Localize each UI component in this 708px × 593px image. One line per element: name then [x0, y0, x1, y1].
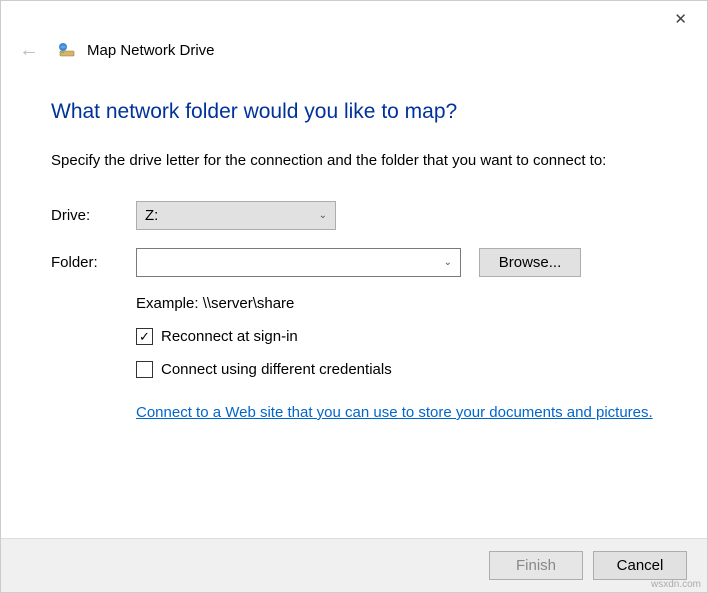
reconnect-label: Reconnect at sign-in: [161, 328, 298, 345]
window-title: Map Network Drive: [87, 42, 215, 59]
titlebar: ✕: [1, 1, 707, 37]
drive-select-value: Z:: [145, 207, 158, 224]
folder-label: Folder:: [51, 254, 136, 271]
drive-row: Drive: Z: ⌄: [51, 201, 657, 230]
footer: Finish Cancel: [1, 538, 707, 592]
chevron-down-icon: ⌄: [319, 210, 327, 221]
close-icon[interactable]: ✕: [668, 6, 693, 32]
page-heading: What network folder would you like to ma…: [51, 100, 657, 124]
reconnect-checkbox[interactable]: ✓: [136, 328, 153, 345]
different-creds-row: Connect using different credentials: [136, 361, 657, 378]
checkmark-icon: ✓: [139, 330, 150, 343]
chevron-down-icon: ⌄: [444, 257, 452, 268]
instruction-text: Specify the drive letter for the connect…: [51, 152, 657, 169]
browse-button[interactable]: Browse...: [479, 248, 581, 277]
folder-input[interactable]: ⌄: [136, 248, 461, 277]
connect-website-link[interactable]: Connect to a Web site that you can use t…: [136, 404, 653, 421]
folder-row: Folder: ⌄ Browse...: [51, 248, 657, 277]
different-creds-checkbox[interactable]: [136, 361, 153, 378]
content-area: What network folder would you like to ma…: [1, 70, 707, 421]
drive-select[interactable]: Z: ⌄: [136, 201, 336, 230]
different-creds-label: Connect using different credentials: [161, 361, 392, 378]
drive-label: Drive:: [51, 207, 136, 224]
cancel-button[interactable]: Cancel: [593, 551, 687, 580]
network-drive-icon: [57, 41, 77, 61]
finish-button[interactable]: Finish: [489, 551, 583, 580]
back-arrow-icon: ←: [19, 39, 39, 62]
watermark: wsxdn.com: [651, 579, 701, 590]
link-row: Connect to a Web site that you can use t…: [136, 394, 657, 421]
reconnect-row: ✓ Reconnect at sign-in: [136, 328, 657, 345]
example-text: Example: \\server\share: [136, 295, 657, 312]
header-row: ← Map Network Drive: [1, 37, 707, 70]
